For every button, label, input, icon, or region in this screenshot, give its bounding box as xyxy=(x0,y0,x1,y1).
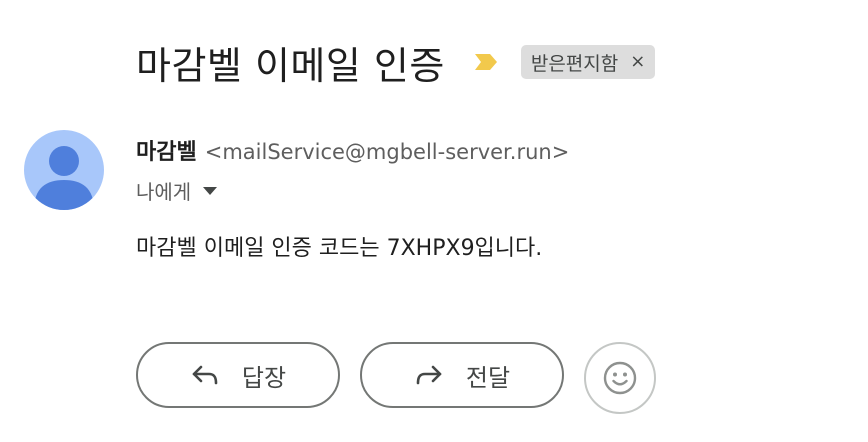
reply-button[interactable]: 답장 xyxy=(136,342,340,408)
sender-line: 마감벨 <mailService@mgbell-server.run> xyxy=(136,134,569,166)
inbox-label-text: 받은편지함 xyxy=(530,52,619,75)
sender-avatar[interactable] xyxy=(24,130,104,210)
subject-row: 마감벨 이메일 인증 받은편지함 × xyxy=(136,36,656,88)
email-subject: 마감벨 이메일 인증 xyxy=(136,43,445,88)
inbox-label-chip[interactable]: 받은편지함 × xyxy=(520,45,656,79)
reply-label: 답장 xyxy=(241,363,287,392)
recipient-toggle[interactable]: 나에게 xyxy=(136,176,218,205)
forward-button[interactable]: 전달 xyxy=(360,342,564,408)
forward-label: 전달 xyxy=(465,363,511,392)
caret-down-icon[interactable] xyxy=(203,186,218,195)
label-remove-icon[interactable]: × xyxy=(630,53,645,71)
importance-marker-icon[interactable] xyxy=(473,51,499,73)
reply-arrow-icon xyxy=(192,365,218,385)
smiley-icon xyxy=(603,361,637,395)
sender-name[interactable]: 마감벨 xyxy=(136,134,197,166)
recipient-label: 나에게 xyxy=(136,180,192,204)
person-icon xyxy=(34,146,94,210)
emoji-reaction-button[interactable] xyxy=(584,342,656,414)
forward-arrow-icon xyxy=(416,365,442,385)
sender-email: <mailService@mgbell-server.run> xyxy=(204,140,570,164)
email-body: 마감벨 이메일 인증 코드는 7XHPX9입니다. xyxy=(136,236,543,261)
